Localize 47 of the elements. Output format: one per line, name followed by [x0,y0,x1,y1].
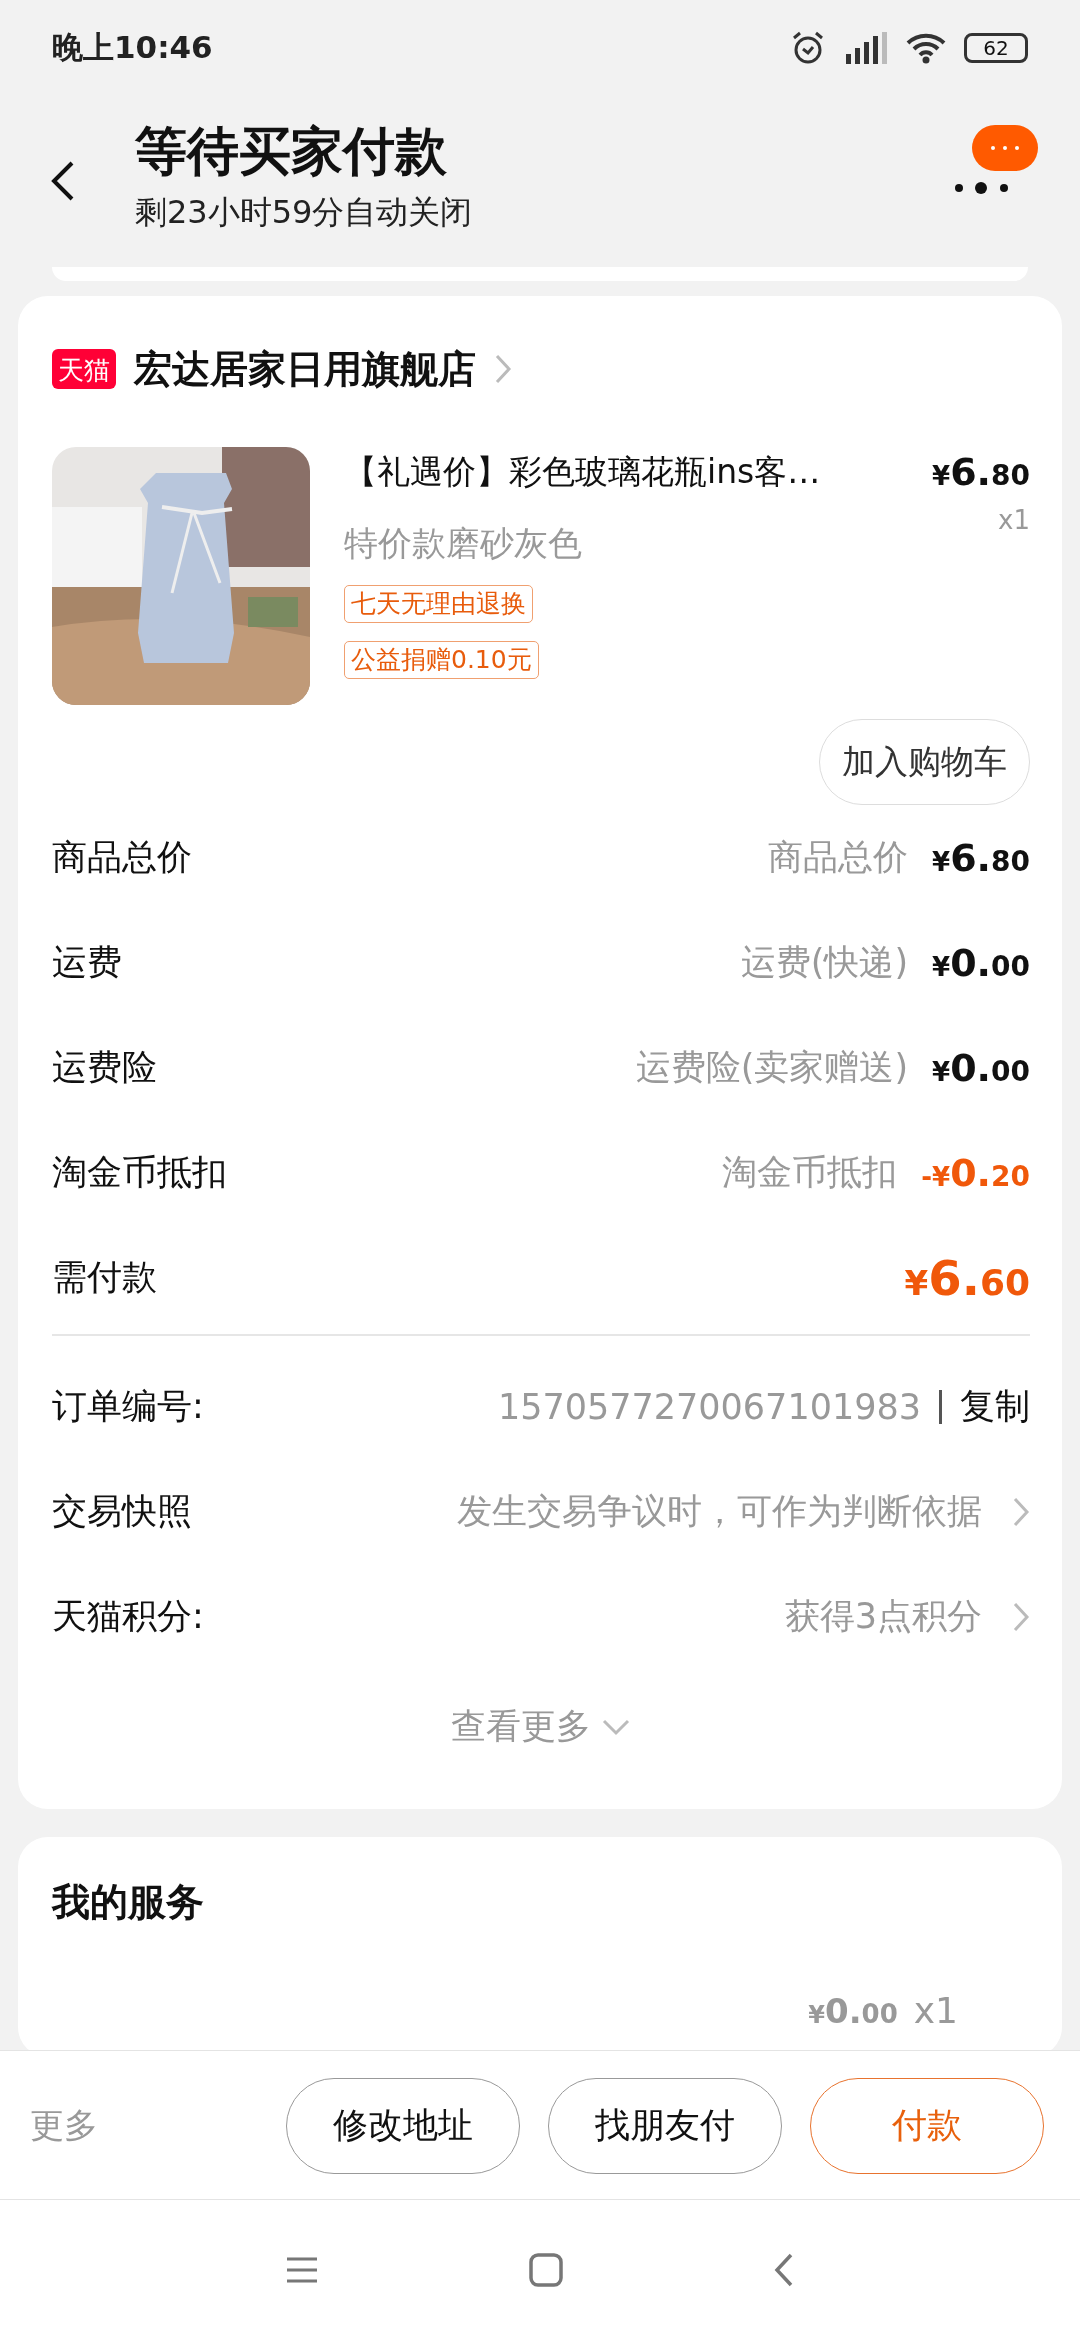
info-label: 订单编号: [52,1385,204,1428]
service-tag: 七天无理由退换 [344,585,533,623]
section-title: 我的服务 [52,1879,204,1926]
countdown-text: 剩23小时59分自动关闭 [135,192,473,233]
menu-icon[interactable] [285,2255,319,2285]
info-label: 交易快照 [52,1490,192,1533]
chevron-right-icon [494,353,512,385]
fee-note: 运费险(卖家赠送) [635,1046,909,1089]
signal-icon [844,29,888,66]
chevron-right-icon [1012,1600,1030,1633]
fee-amount: ¥6.60 [904,1249,1030,1306]
fee-label: 运费 [52,941,122,984]
more-icon[interactable] [954,181,1010,195]
fee-amount: ¥0.00 [932,940,1030,985]
fee-amount: -¥0.20 [921,1150,1030,1195]
fee-note: 淘金币抵扣 [722,1151,898,1194]
product-quantity: x1 [997,505,1030,535]
info-label: 天猫积分: [52,1595,204,1638]
alarm-icon [790,29,826,66]
page-title: 等待买家付款 [135,120,447,183]
action-button[interactable]: 找朋友付 [548,2077,782,2174]
action-button[interactable]: 修改地址 [286,2077,520,2174]
product-title[interactable]: 【礼遇价】彩色玻璃花瓶ins客… [344,447,821,497]
status-time: 晚上10:46 [52,27,213,67]
chevron-right-icon [1012,1495,1030,1528]
store-badge: 天猫 [52,349,116,389]
fee-amount: ¥0.00 [932,1045,1030,1090]
store-name[interactable]: 宏达居家日用旗舰店 [134,343,476,395]
fee-label: 淘金币抵扣 [52,1151,227,1194]
order-number: 1570577270067101983 [497,1386,921,1427]
fee-label: 运费险 [52,1046,157,1089]
service-price: ¥0.00 [808,1991,898,2031]
product-variant: 特价款磨砂灰色 [344,522,582,565]
fee-note: 商品总价 [768,836,909,879]
fee-note: 运费(快递) [740,941,909,984]
home-icon[interactable] [529,2253,563,2287]
battery-level: 62 [964,32,1028,63]
copy-link[interactable]: 复制 [960,1383,1030,1430]
add-to-cart-button[interactable]: 加入购物车 [819,719,1030,805]
chevron-down-icon [601,1717,631,1736]
fee-label: 需付款 [52,1256,157,1299]
fee-label: 商品总价 [52,836,192,879]
fee-amount: ¥6.80 [932,835,1030,880]
product-price: ¥6.80 [932,449,1030,496]
message-bubble-icon[interactable] [972,125,1038,171]
service-quantity: x1 [913,1990,958,2031]
service-tag: 公益捐赠0.10元 [344,641,539,679]
